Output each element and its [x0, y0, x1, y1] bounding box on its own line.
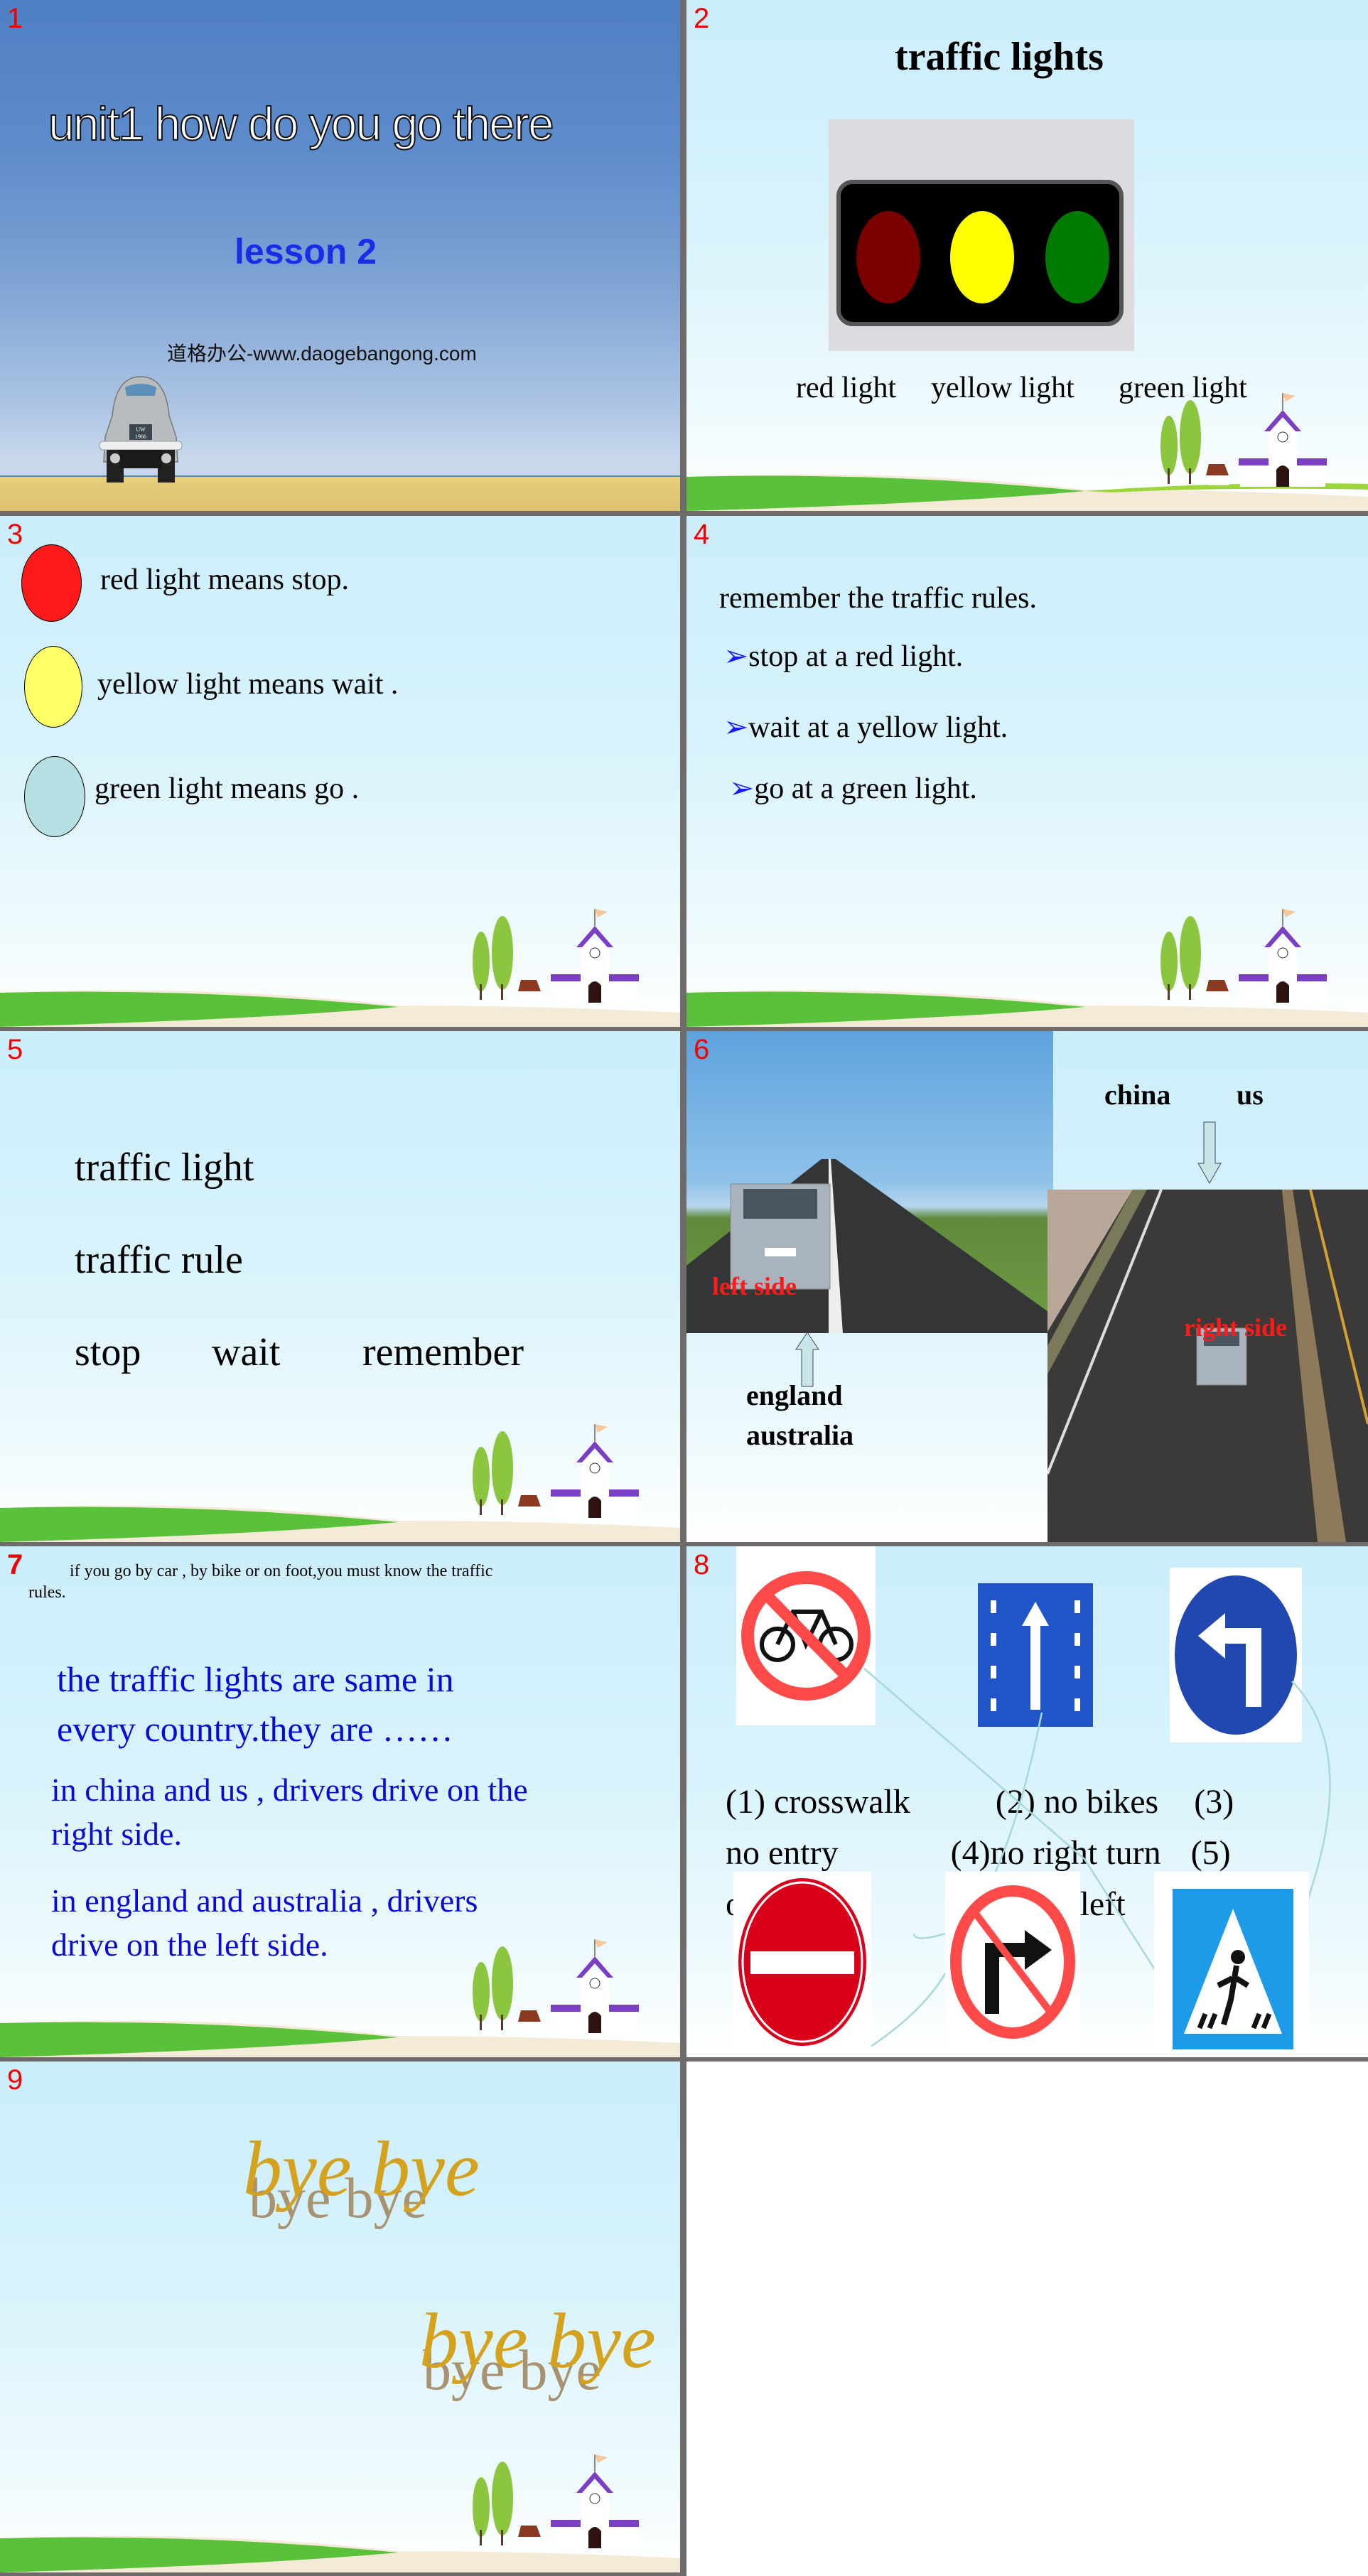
arrow-bullet-icon: ➢ — [729, 772, 755, 805]
vocab-word: remember — [362, 1330, 524, 1374]
slide-number: 4 — [694, 519, 710, 550]
label-red-light: red light — [796, 372, 897, 404]
school-scene-icon — [473, 2454, 639, 2548]
rule-item: ➢stop at a red light. — [723, 640, 964, 673]
school-scene-icon — [473, 909, 639, 1003]
vocab-word: stop — [75, 1330, 141, 1374]
plate-line-2: 1966 — [135, 433, 146, 440]
bye-text: bye bye — [243, 2125, 480, 2212]
slide-7-thumbnail[interactable]: 7 if you go by car , by bike or on foot,… — [0, 1546, 680, 2057]
yellow-circle — [24, 646, 82, 728]
left-driving-countries: england australia — [746, 1379, 854, 1451]
slide-4-thumbnail[interactable]: 4 remember the traffic rules. ➢stop at a… — [686, 516, 1368, 1027]
slide-6-thumbnail[interactable]: 6 left side england australia china us r… — [686, 1031, 1368, 1542]
red-light-lamp — [856, 211, 920, 303]
empty-grid-cell — [686, 2062, 1368, 2576]
yellow-light-lamp — [950, 211, 1014, 303]
watermark-text: 道格办公-www.daogebangong.com — [167, 343, 477, 365]
slide-9-thumbnail[interactable]: 9 bye bye bye bye bye bye bye bye — [0, 2062, 680, 2572]
beetle-car-icon: UW 1966 — [99, 376, 183, 483]
slide-1-thumbnail[interactable]: 1 unit1 how do you go there lesson 2 道格办… — [0, 0, 680, 511]
arrow-bullet-icon: ➢ — [723, 711, 749, 744]
country-us: us — [1237, 1079, 1264, 1111]
down-arrow-icon — [1197, 1121, 1222, 1185]
school-scene-icon — [1160, 393, 1327, 487]
slide-number: 3 — [7, 519, 23, 550]
slide-title: unit1 how do you go there — [48, 97, 555, 151]
no-right-turn-sign-icon — [945, 1872, 1080, 2052]
country-china: china — [1104, 1079, 1171, 1111]
intro-text-line2: rules. — [28, 1583, 66, 1602]
vocab-word: traffic rule — [75, 1238, 243, 1282]
rules-heading: remember the traffic rules. — [719, 582, 1038, 615]
label-yellow-light: yellow light — [931, 372, 1075, 404]
school-scene-icon — [1160, 909, 1327, 1003]
school-scene-icon — [473, 1424, 639, 1518]
bye-text: bye bye — [419, 2297, 656, 2384]
slide-title: traffic lights — [895, 35, 1104, 79]
slide-number: 9 — [7, 2064, 23, 2096]
green-light-lamp — [1045, 211, 1109, 303]
vocab-word: traffic light — [75, 1146, 254, 1190]
crosswalk-sign-icon — [1154, 1872, 1309, 2057]
rule-red: red light means stop. — [100, 564, 349, 596]
vocab-word: wait — [212, 1330, 281, 1374]
no-entry-sign-icon — [733, 1872, 871, 2052]
red-circle — [21, 544, 82, 622]
slide-number: 6 — [694, 1034, 710, 1065]
arrow-bullet-icon: ➢ — [723, 640, 749, 673]
slide-number: 7 — [7, 1549, 23, 1580]
right-side-label: right side — [1184, 1313, 1288, 1342]
rule-item: ➢wait at a yellow light. — [723, 711, 1008, 744]
lesson-label: lesson 2 — [235, 232, 377, 271]
slide-number: 1 — [7, 3, 23, 34]
left-side-label: left side — [712, 1272, 797, 1300]
rule-yellow: yellow light means wait . — [97, 668, 399, 701]
green-circle — [24, 756, 85, 837]
slide-number: 2 — [694, 3, 710, 34]
paragraph-lights: the traffic lights are same in every cou… — [57, 1659, 454, 1749]
paragraph-left-side: in england and australia , drivers drive… — [51, 1882, 478, 1963]
paragraph-right-side: in china and us , drivers drive on the r… — [51, 1772, 528, 1852]
plate-line-1: UW — [136, 426, 146, 433]
rule-item: ➢go at a green light. — [729, 772, 977, 805]
slide-2-thumbnail[interactable]: 2 traffic lights red light yellow light … — [686, 0, 1368, 511]
slide-number: 5 — [7, 1034, 23, 1065]
intro-text-line1: if you go by car , by bike or on foot,yo… — [70, 1562, 493, 1580]
slide-3-thumbnail[interactable]: 3 red light means stop. yellow light mea… — [0, 516, 680, 1027]
traffic-light-image — [829, 119, 1134, 351]
slide-8-thumbnail[interactable]: 8 (1) crosswalk (2) no bikes (3) no entry(… — [686, 1546, 1368, 2057]
rule-green: green light means go . — [95, 772, 360, 805]
highway-photo — [1046, 1189, 1368, 1542]
school-scene-icon — [473, 1939, 639, 2033]
slide-5-thumbnail[interactable]: 5 traffic light traffic rule stop wait r… — [0, 1031, 680, 1542]
